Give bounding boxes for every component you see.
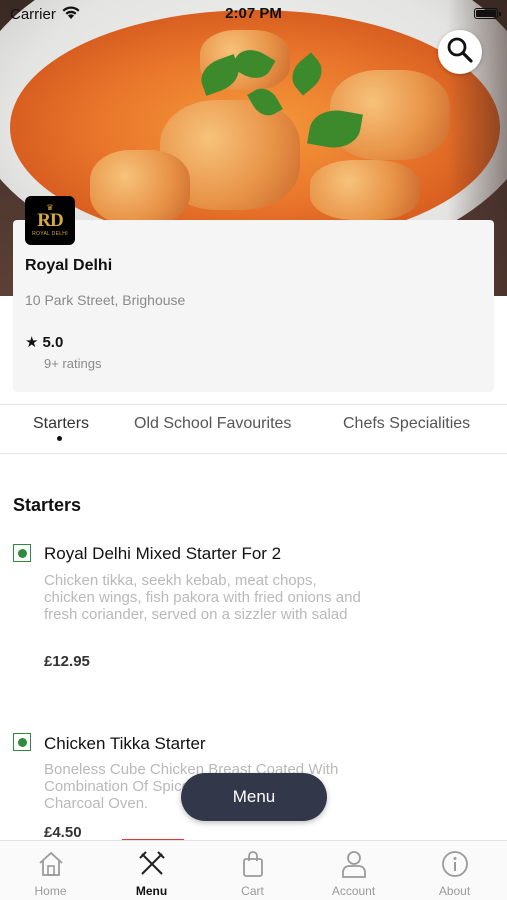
nav-label: Menu (135, 884, 168, 898)
restaurant-address: 10 Park Street, Brighouse (25, 292, 186, 308)
home-icon (36, 850, 66, 878)
chicken-chunk (310, 160, 420, 220)
nav-account[interactable]: Account (303, 841, 404, 900)
tab-chefs-specialities[interactable]: Chefs Specialities (343, 415, 470, 433)
category-tabs: Starters Old School Favourites Chefs Spe… (0, 404, 507, 454)
user-icon (339, 850, 369, 878)
veg-indicator-icon (13, 544, 31, 562)
restaurant-logo: ♛ RD ROYAL DELHI (25, 196, 75, 245)
shopping-bag-icon (238, 850, 268, 878)
restaurant-name: Royal Delhi (25, 257, 113, 274)
nav-label: Home (34, 884, 67, 898)
nav-label: Cart (241, 884, 264, 898)
star-icon: ★ (25, 334, 39, 351)
chicken-chunk (90, 150, 190, 225)
ratings-count: 9+ ratings (44, 356, 102, 371)
nav-home[interactable]: Home (0, 841, 101, 900)
rating-value: 5.0 (42, 333, 64, 351)
clock: 2:07 PM (225, 5, 282, 22)
rating: ★ 5.0 (25, 333, 64, 352)
logo-monogram: RD (37, 210, 63, 231)
tab-starters[interactable]: Starters (33, 415, 89, 433)
nav-label: About (438, 884, 471, 898)
menu-item-price: £12.95 (44, 653, 90, 670)
menu-item-name[interactable]: Royal Delhi Mixed Starter For 2 (44, 544, 281, 564)
info-icon (440, 850, 470, 878)
nav-menu[interactable]: Menu (101, 841, 202, 900)
fork-knife-icon (137, 850, 167, 878)
search-button[interactable] (438, 30, 482, 74)
nav-cart[interactable]: Cart (202, 841, 303, 900)
tab-old-school-favourites[interactable]: Old School Favourites (134, 415, 291, 433)
search-icon (446, 36, 474, 69)
floating-menu-button[interactable]: Menu (181, 773, 327, 821)
section-title: Starters (13, 495, 82, 515)
menu-item-price: £4.50 (44, 824, 82, 841)
active-tab-indicator (57, 436, 62, 441)
menu-item-name[interactable]: Chicken Tikka Starter (44, 734, 206, 754)
menu-item-description: Chicken tikka, seekh kebab, meat chops, … (44, 572, 361, 623)
veg-indicator-icon (13, 733, 31, 751)
bottom-navigation: Home Menu Cart Account About (0, 840, 507, 900)
nav-label: Account (331, 884, 376, 898)
nav-about[interactable]: About (404, 841, 505, 900)
logo-subtext: ROYAL DELHI (32, 231, 68, 237)
status-bar: Carrier 2:07 PM (0, 0, 507, 28)
battery-icon (474, 8, 501, 19)
